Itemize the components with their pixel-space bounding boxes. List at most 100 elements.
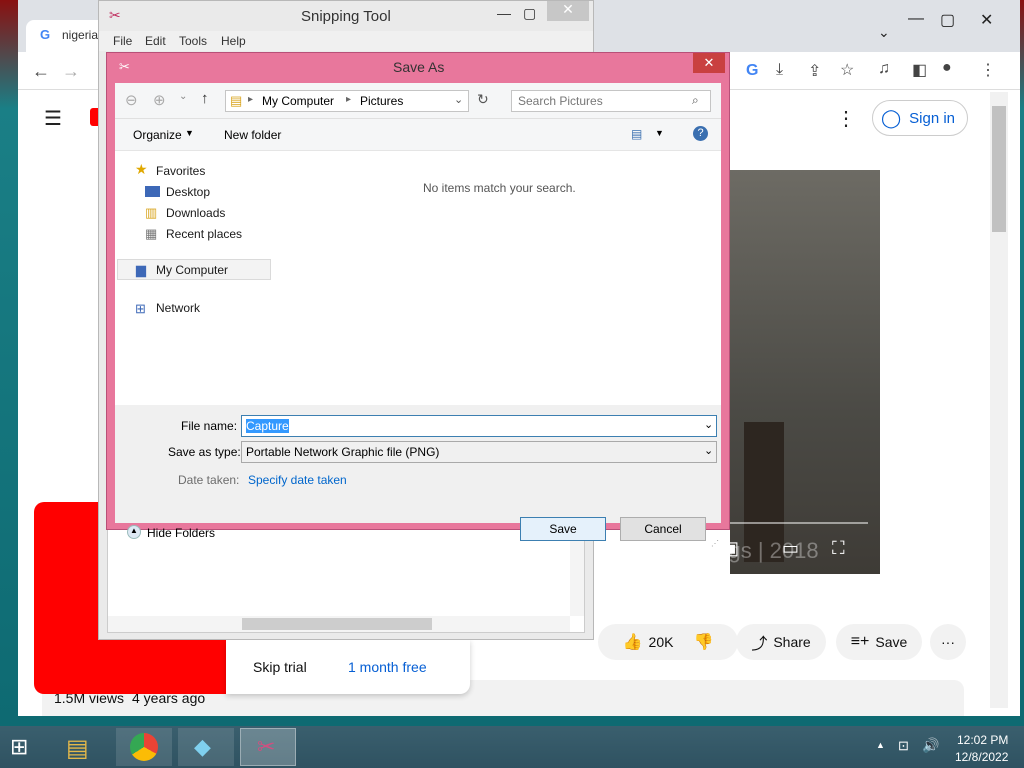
share-page-icon[interactable]: ⇪ (808, 61, 821, 81)
tab-search-icon[interactable]: ⌄ (878, 24, 890, 41)
video-player[interactable]: ©smashthings | 2018 ㏄ ⚙ ▣ ▭ ⛶ (612, 170, 880, 574)
minimize-icon[interactable]: — (908, 10, 924, 28)
snip-maximize-icon[interactable]: ▢ (523, 5, 536, 22)
file-name-dropdown-icon[interactable]: ⌄ (704, 418, 713, 431)
new-folder-button[interactable]: New folder (224, 128, 281, 142)
more-actions-button[interactable]: ··· (930, 624, 966, 660)
download-icon[interactable]: ⤓ (776, 61, 783, 79)
taskbar-snipping-tool[interactable]: ✂ (240, 728, 296, 766)
bookmark-star-icon[interactable]: ☆ (840, 60, 854, 80)
search-box[interactable]: Search Pictures ⌕ (511, 90, 711, 112)
snip-hscroll-thumb[interactable] (242, 618, 432, 630)
save-video-button[interactable]: ≡+ Save (836, 624, 922, 660)
resize-grip-icon[interactable]: ⋰ (711, 539, 719, 548)
file-browser: ★ Favorites Desktop ▥ Downloads ▦ Recent… (115, 151, 721, 405)
computer-icon: ▆ (136, 262, 146, 277)
maximize-icon[interactable]: ▢ (940, 10, 955, 30)
dialog-scissors-icon: ✂ (119, 59, 130, 74)
nav-recent-places[interactable]: Recent places (166, 227, 242, 241)
snipping-tool-icon: ✂ (257, 734, 276, 759)
nav-network[interactable]: Network (156, 301, 200, 315)
menu-tools[interactable]: Tools (179, 34, 207, 48)
breadcrumb-pictures[interactable]: Pictures (360, 94, 403, 108)
desktop-icon (145, 186, 160, 197)
theater-mode-icon[interactable]: ▭ (782, 538, 799, 559)
google-lens-icon[interactable]: G (746, 62, 758, 80)
specify-date-link[interactable]: Specify date taken (248, 473, 347, 487)
one-month-free-button[interactable]: 1 month free (348, 659, 427, 675)
sign-in-button[interactable]: ◯ Sign in (872, 100, 968, 136)
save-button-label: Save (549, 522, 577, 536)
help-icon[interactable]: ? (693, 126, 708, 141)
breadcrumb-my-computer[interactable]: My Computer (262, 94, 334, 108)
nav-back-icon[interactable]: ⊖ (125, 91, 138, 109)
forward-icon[interactable]: → (62, 61, 80, 82)
search-placeholder: Search Pictures (518, 94, 603, 108)
start-windows-icon[interactable]: ⊞ (10, 734, 28, 760)
network-status-icon[interactable]: ⊡ (898, 738, 909, 754)
show-hidden-icons-icon[interactable]: ▲ (876, 740, 885, 750)
address-dropdown-icon[interactable]: ⌄ (454, 93, 463, 106)
nav-my-computer-selected[interactable]: ▆ My Computer (117, 259, 271, 280)
fullscreen-icon[interactable]: ⛶ (832, 538, 845, 559)
chrome-menu-icon[interactable]: ⋮ (980, 60, 996, 80)
taskbar-chrome[interactable] (116, 728, 172, 766)
file-name-field[interactable]: Capture ⌄ (241, 415, 717, 437)
menu-help[interactable]: Help (221, 34, 246, 48)
nav-desktop[interactable]: Desktop (166, 185, 210, 199)
save-type-dropdown-icon[interactable]: ⌄ (704, 444, 713, 457)
snip-preview-canvas (107, 529, 585, 633)
dialog-close-button[interactable]: ✕ (693, 53, 725, 73)
hide-folders-icon[interactable]: ▲ (127, 525, 141, 539)
more-options-icon[interactable]: ⋮ (836, 106, 856, 131)
clock-date[interactable]: 12/8/2022 (955, 750, 1008, 764)
view-options-icon[interactable]: ▤ (631, 127, 642, 141)
taskbar-file-explorer[interactable]: ▤ (54, 728, 110, 766)
notepad-app-icon: ◆ (194, 734, 211, 759)
save-type-select[interactable]: Portable Network Graphic file (PNG) ⌄ (241, 441, 717, 463)
volume-icon[interactable]: 🔊 (922, 737, 939, 754)
command-bar: Organize ▼ New folder ▤ ▼ ? (115, 119, 721, 151)
media-control-icon[interactable]: ♫ (878, 60, 890, 78)
menu-file[interactable]: File (113, 34, 132, 48)
snip-hscroll[interactable] (108, 616, 570, 632)
like-icon[interactable]: 👍 (623, 632, 643, 652)
miniplayer-icon[interactable]: ▣ (722, 538, 739, 559)
nav-forward-icon[interactable]: ⊕ (153, 91, 166, 109)
hamburger-menu-icon[interactable]: ☰ (44, 106, 62, 131)
organize-dropdown-icon[interactable]: ▼ (185, 128, 194, 138)
snip-close-button[interactable]: ✕ (547, 1, 589, 21)
like-dislike-group: 👍 20K 👎 (598, 624, 738, 660)
like-count[interactable]: 20K (649, 634, 674, 650)
file-explorer-icon: ▤ (66, 735, 89, 762)
downloads-folder-icon: ▥ (145, 205, 158, 220)
skip-trial-button[interactable]: Skip trial (253, 659, 307, 675)
snip-vscroll[interactable] (570, 530, 584, 616)
hide-folders-button[interactable]: Hide Folders (147, 526, 215, 540)
address-bar[interactable]: ▤ ▸ My Computer ▸ Pictures ⌄ (225, 90, 469, 112)
progress-bar[interactable] (730, 522, 868, 524)
save-button[interactable]: Save (520, 517, 606, 541)
nav-downloads[interactable]: Downloads (166, 206, 225, 220)
view-dropdown-icon[interactable]: ▼ (655, 128, 664, 138)
clock-time[interactable]: 12:02 PM (957, 733, 1008, 747)
dislike-icon[interactable]: 👎 (693, 632, 713, 652)
page-scroll-thumb[interactable] (992, 106, 1006, 232)
settings-gear-icon[interactable]: ⚙ (688, 538, 704, 559)
profile-icon[interactable]: ● (942, 59, 952, 77)
snip-minimize-icon[interactable]: — (497, 5, 511, 21)
nav-favorites[interactable]: Favorites (156, 164, 205, 178)
captions-icon[interactable]: ㏄ (642, 538, 660, 564)
cancel-button[interactable]: Cancel (620, 517, 706, 541)
up-folder-icon[interactable]: ↑ (201, 90, 209, 107)
organize-button[interactable]: Organize (133, 128, 182, 142)
file-name-value: Capture (246, 419, 289, 433)
recent-locations-icon[interactable]: ⌄ (179, 91, 187, 102)
share-button[interactable]: ⤴ Share (736, 624, 826, 660)
taskbar-app[interactable]: ◆ (178, 728, 234, 766)
refresh-icon[interactable]: ↻ (477, 91, 489, 108)
menu-edit[interactable]: Edit (145, 34, 166, 48)
back-icon[interactable]: ← (32, 61, 50, 82)
close-icon[interactable]: ✕ (980, 10, 993, 30)
side-panel-icon[interactable]: ◧ (912, 60, 927, 80)
